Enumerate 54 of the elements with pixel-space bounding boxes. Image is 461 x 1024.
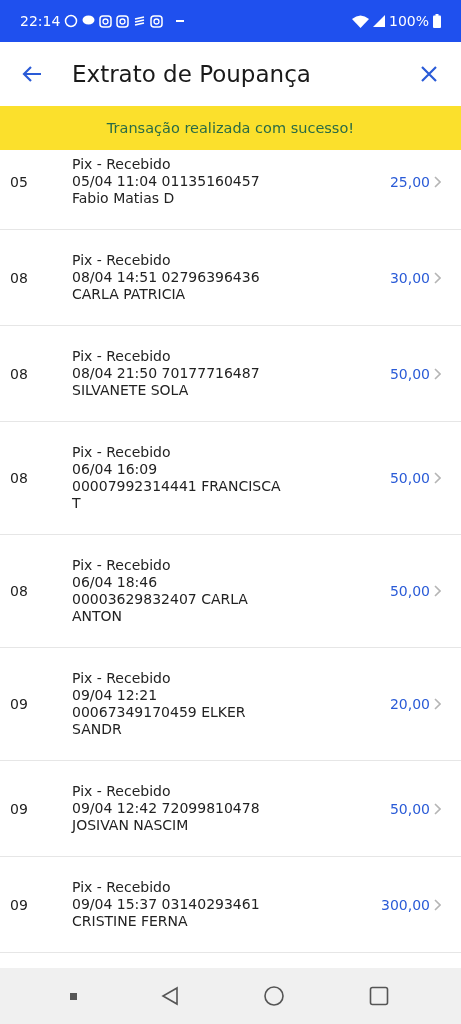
transaction-amount: 30,00 (389, 269, 430, 286)
battery-icon (433, 14, 441, 28)
transaction-amount: 50,00 (389, 470, 430, 486)
transaction-day: 08 (10, 269, 72, 286)
transaction-row[interactable]: 09 Pix - Recebido 09/04 12:42 72099810478 JOSIVAN NASCIM 50,00 (0, 761, 461, 857)
transaction-description: Pix - Recebido 09/04 15:37 03140293461 CRISTINE FERNA (72, 879, 261, 930)
transaction-amount: 50,00 (389, 800, 430, 817)
transaction-amount: 300,00 (381, 896, 430, 913)
transaction-row[interactable]: 05 Pix - Recebido 05/04 11:04 01135160457 Fabio Matias D 25,00 (0, 150, 461, 230)
transaction-description: Pix - Recebido 06/04 18:46 00003629832407 CARLA ANTON (72, 557, 249, 625)
transaction-day: 05 (10, 173, 72, 190)
transaction-description: Pix - Recebido 09/04 12:21 00067349170459 ELKER SANDR (72, 670, 247, 738)
chevron-right-icon (434, 898, 441, 911)
transaction-row[interactable]: 09 Pix - Recebido 09/04 12:21 00067349170459 ELKER SANDR 20,00 (0, 648, 461, 761)
signal-icon (372, 15, 385, 27)
transaction-description: Pix - Recebido 06/04 16:09 00007992314441 FRANCISCA T (72, 444, 282, 512)
transaction-row[interactable]: 08 Pix - Recebido 08/04 21:50 70177716487 SILVANETE SOLA 50,00 (0, 326, 461, 422)
chevron-right-icon (434, 367, 441, 380)
transaction-day: 09 (10, 800, 72, 817)
transaction-row[interactable]: 08 Pix - Recebido 06/04 16:09 00007992314441 FRANCISCA T 50,00 (0, 422, 461, 535)
transaction-amount: 20,00 (389, 696, 430, 712)
transaction-day: 08 (10, 365, 72, 382)
transaction-amount: 50,00 (389, 583, 430, 599)
transaction-description: Pix - Recebido 08/04 14:51 02796396436 CARLA PATRICIA (72, 252, 261, 303)
transaction-amount: 25,00 (389, 173, 430, 190)
chevron-right-icon (434, 175, 441, 188)
chevron-right-icon (434, 585, 441, 597)
home-button[interactable] (262, 984, 287, 1008)
status-time: 22:14 (20, 13, 61, 29)
battery-level: 100% (388, 13, 429, 29)
transaction-day: 08 (10, 470, 72, 486)
transaction-description: Pix - Recebido 08/04 21:50 70177716487 SILVANETE SOLA (72, 348, 261, 399)
camera-icon (99, 14, 113, 28)
more-icon (175, 19, 186, 23)
recents-button[interactable] (70, 992, 78, 1000)
transaction-amount: 50,00 (389, 365, 430, 382)
chevron-right-icon (434, 271, 441, 284)
transaction-description: Pix - Recebido 09/04 12:42 72099810478 JOSIVAN NASCIM (72, 783, 261, 834)
transaction-day: 09 (10, 696, 72, 712)
chevron-right-icon (434, 472, 441, 484)
chevron-right-icon (434, 698, 441, 710)
success-message: Transação realizada com sucesso! (106, 120, 355, 136)
transaction-day: 08 (10, 583, 72, 599)
page-title: Extrato de Poupança (72, 61, 312, 87)
transaction-row[interactable]: 08 Pix - Recebido 06/04 18:46 00003629832407 CARLA ANTON 50,00 (0, 535, 461, 648)
camera-icon (150, 14, 164, 28)
transaction-row[interactable]: 08 Pix - Recebido 08/04 14:51 02796396436 CARLA PATRICIA 30,00 (0, 230, 461, 326)
chevron-right-icon (434, 802, 441, 815)
transaction-description: Pix - Recebido 05/04 11:04 01135160457 Fabio Matias D (72, 156, 261, 207)
speech-bubble-icon (82, 15, 96, 27)
camera-icon (116, 14, 130, 28)
transaction-row[interactable]: 09 Pix - Recebido 09/04 15:37 03140293461 CRISTINE FERNA 300,00 (0, 857, 461, 953)
wifi-icon (351, 14, 369, 28)
transaction-day: 09 (10, 896, 72, 913)
